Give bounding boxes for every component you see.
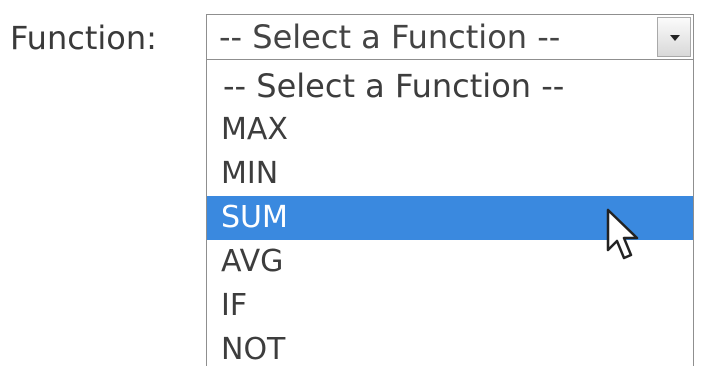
select-value: -- Select a Function -- [219, 18, 561, 56]
option-if[interactable]: IF [207, 284, 693, 328]
option-not[interactable]: NOT [207, 328, 693, 372]
option-placeholder[interactable]: -- Select a Function -- [207, 64, 693, 108]
option-min[interactable]: MIN [207, 152, 693, 196]
function-select[interactable]: -- Select a Function -- [206, 14, 694, 60]
chevron-down-icon[interactable] [657, 17, 691, 57]
function-label: Function: [10, 19, 157, 57]
mouse-pointer-icon [606, 208, 639, 260]
option-max[interactable]: MAX [207, 108, 693, 152]
